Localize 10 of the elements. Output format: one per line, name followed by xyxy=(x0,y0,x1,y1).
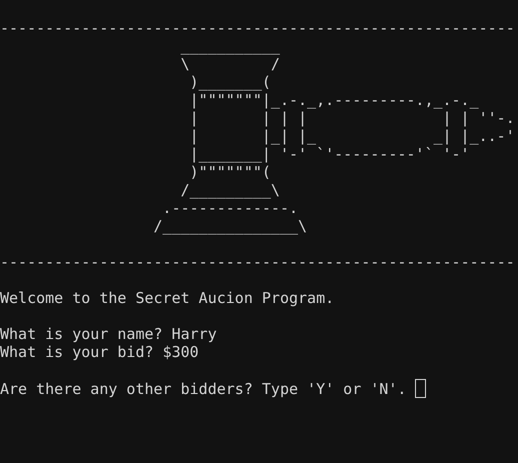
divider-line: --------------------------------------------------------- xyxy=(0,19,515,37)
terminal-cursor xyxy=(415,379,426,398)
gavel-ascii-art: ___________ \ / )_______( |"""""""|_.-._,.---------.,_.-._ | | | | | | ''-. | |_| |_ _| |_..-' |_______| '-' `'---------'` '-' )"""""""( /_________\ .-------------. /_______________\ xyxy=(154,37,515,235)
divider-line: --------------------------------------------------------- xyxy=(0,253,515,271)
answer-text: Harry xyxy=(172,325,217,343)
prompt-text: What is your bid? xyxy=(0,343,154,361)
answer-text: $300 xyxy=(162,343,199,361)
prompt-text: What is your name? xyxy=(0,325,163,343)
question-text: Are there any other bidders? Type 'Y' or 'N'. xyxy=(0,380,406,398)
welcome-message: Welcome to the Secret Aucion Program. xyxy=(0,289,334,307)
